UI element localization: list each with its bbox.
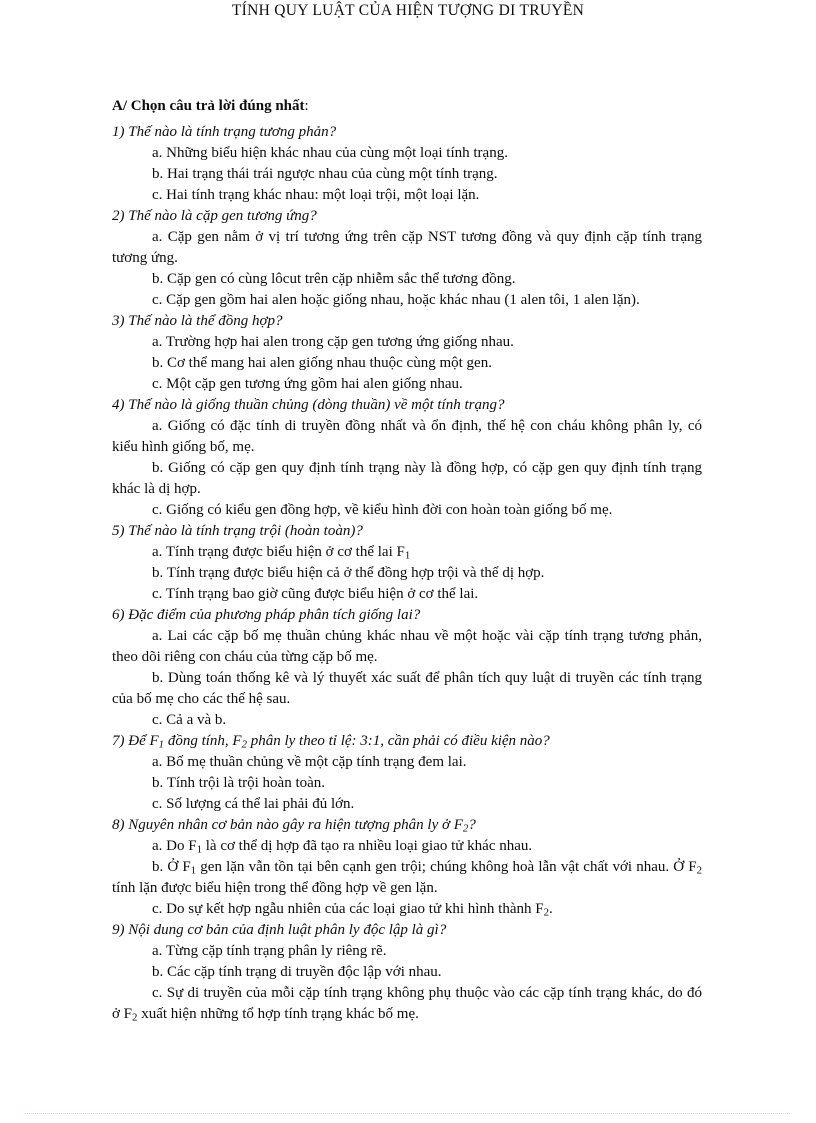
answer-option[interactable]: c. Do sự kết hợp ngẫu nhiên của các loại… (112, 899, 702, 920)
answer-option[interactable]: c. Sự di truyền của mỗi cặp tính trạng k… (112, 983, 702, 1025)
answer-option[interactable]: b. Dùng toán thống kê và lý thuyết xác s… (112, 668, 702, 710)
answer-option[interactable]: c. Giống có kiểu gen đồng hợp, về kiểu h… (112, 500, 702, 521)
answer-option[interactable]: c. Một cặp gen tương ứng gồm hai alen gi… (112, 374, 702, 395)
answer-option[interactable]: b. Tính trạng được biểu hiện cả ở thể đồ… (112, 563, 702, 584)
question-block: 5) Thế nào là tính trạng trội (hoàn toàn… (112, 521, 702, 605)
question-block: 6) Đặc điểm của phương pháp phân tích gi… (112, 605, 702, 731)
answer-option[interactable]: b. Ở F1 gen lặn vẫn tồn tại bên cạnh gen… (112, 857, 702, 899)
answer-option[interactable]: b. Cặp gen có cùng lôcut trên cặp nhiễm … (112, 269, 702, 290)
section-heading-label: A/ Chọn câu trả lời đúng nhất (112, 98, 305, 114)
section-heading-colon: : (304, 98, 309, 114)
question-block: 9) Nội dung cơ bản của định luật phân ly… (112, 920, 702, 1025)
answer-option[interactable]: b. Giống có cặp gen quy định tính trạng … (112, 458, 702, 500)
question-prompt: 1) Thế nào là tính trạng tương phản? (112, 124, 337, 140)
answer-option[interactable]: a. Từng cặp tính trạng phân ly riêng rẽ. (112, 941, 702, 962)
question-prompt: 6) Đặc điểm của phương pháp phân tích gi… (112, 607, 421, 623)
question-prompt: 7) Để F1 đồng tính, F2 phân ly theo tỉ l… (112, 733, 550, 751)
answer-option[interactable]: b. Cơ thể mang hai alen giống nhau thuộc… (112, 353, 702, 374)
answer-option[interactable]: c. Tính trạng bao giờ cũng được biểu hiệ… (112, 584, 702, 605)
question-prompt: 2) Thế nào là cặp gen tương ứng? (112, 208, 317, 224)
question-list: 1) Thế nào là tính trạng tương phản? a. N… (112, 122, 702, 1025)
question-prompt: 5) Thế nào là tính trạng trội (hoàn toàn… (112, 523, 363, 539)
question-prompt: 9) Nội dung cơ bản của định luật phân ly… (112, 922, 447, 938)
answer-option[interactable]: a. Trường hợp hai alen trong cặp gen tươ… (112, 332, 702, 353)
section-heading: A/ Chọn câu trả lời đúng nhất: (112, 96, 702, 117)
page-title: TÍNH QUY LUẬT CỦA HIỆN TƯỢNG DI TRUYỀN (231, 2, 585, 19)
answer-option[interactable]: a. Lai các cặp bố mẹ thuần chủng khác nh… (112, 626, 702, 668)
document-body: A/ Chọn câu trả lời đúng nhất: 1) Thế nà… (112, 96, 702, 1025)
question-block: 3) Thế nào là thể đồng hợp? a. Trường hợp… (112, 311, 702, 395)
question-prompt: 4) Thế nào là giống thuần chủng (dòng th… (112, 397, 505, 413)
footer-dotted-rule (25, 1113, 790, 1114)
question-prompt: 3) Thế nào là thể đồng hợp? (112, 313, 283, 329)
answer-option[interactable]: b. Tính trội là trội hoàn toàn. (112, 773, 702, 794)
question-block: 7) Để F1 đồng tính, F2 phân ly theo tỉ l… (112, 731, 702, 815)
answer-option[interactable]: b. Hai trạng thái trái ngược nhau của cù… (112, 164, 702, 185)
question-block: 1) Thế nào là tính trạng tương phản? a. N… (112, 122, 702, 206)
question-prompt: 8) Nguyên nhân cơ bản nào gây ra hiện tư… (112, 817, 476, 835)
answer-option[interactable]: a. Những biểu hiện khác nhau của cùng mộ… (112, 143, 702, 164)
answer-option[interactable]: a. Giống có đặc tính di truyền đồng nhất… (112, 416, 702, 458)
answer-option[interactable]: a. Cặp gen nằm ở vị trí tương ứng trên c… (112, 227, 702, 269)
answer-option[interactable]: b. Các cặp tính trạng di truyền độc lập … (112, 962, 702, 983)
answer-option[interactable]: c. Hai tính trạng khác nhau: một loại tr… (112, 185, 702, 206)
answer-option[interactable]: a. Do F1 là cơ thể dị hợp đã tạo ra nhiề… (112, 836, 702, 857)
answer-option[interactable]: c. Cả a và b. (112, 710, 702, 731)
answer-option[interactable]: c. Số lượng cá thể lai phải đủ lớn. (112, 794, 702, 815)
document-page: TÍNH QUY LUẬT CỦA HIỆN TƯỢNG DI TRUYỀN A… (0, 0, 816, 1123)
answer-option[interactable]: a. Tính trạng được biểu hiện ở cơ thể la… (112, 542, 702, 563)
question-block: 8) Nguyên nhân cơ bản nào gây ra hiện tư… (112, 815, 702, 920)
question-block: 2) Thế nào là cặp gen tương ứng? a. Cặp g… (112, 206, 702, 311)
question-block: 4) Thế nào là giống thuần chủng (dòng th… (112, 395, 702, 521)
answer-option[interactable]: c. Cặp gen gồm hai alen hoặc giống nhau,… (112, 290, 702, 311)
answer-option[interactable]: a. Bố mẹ thuần chủng về một cặp tính trạ… (112, 752, 702, 773)
